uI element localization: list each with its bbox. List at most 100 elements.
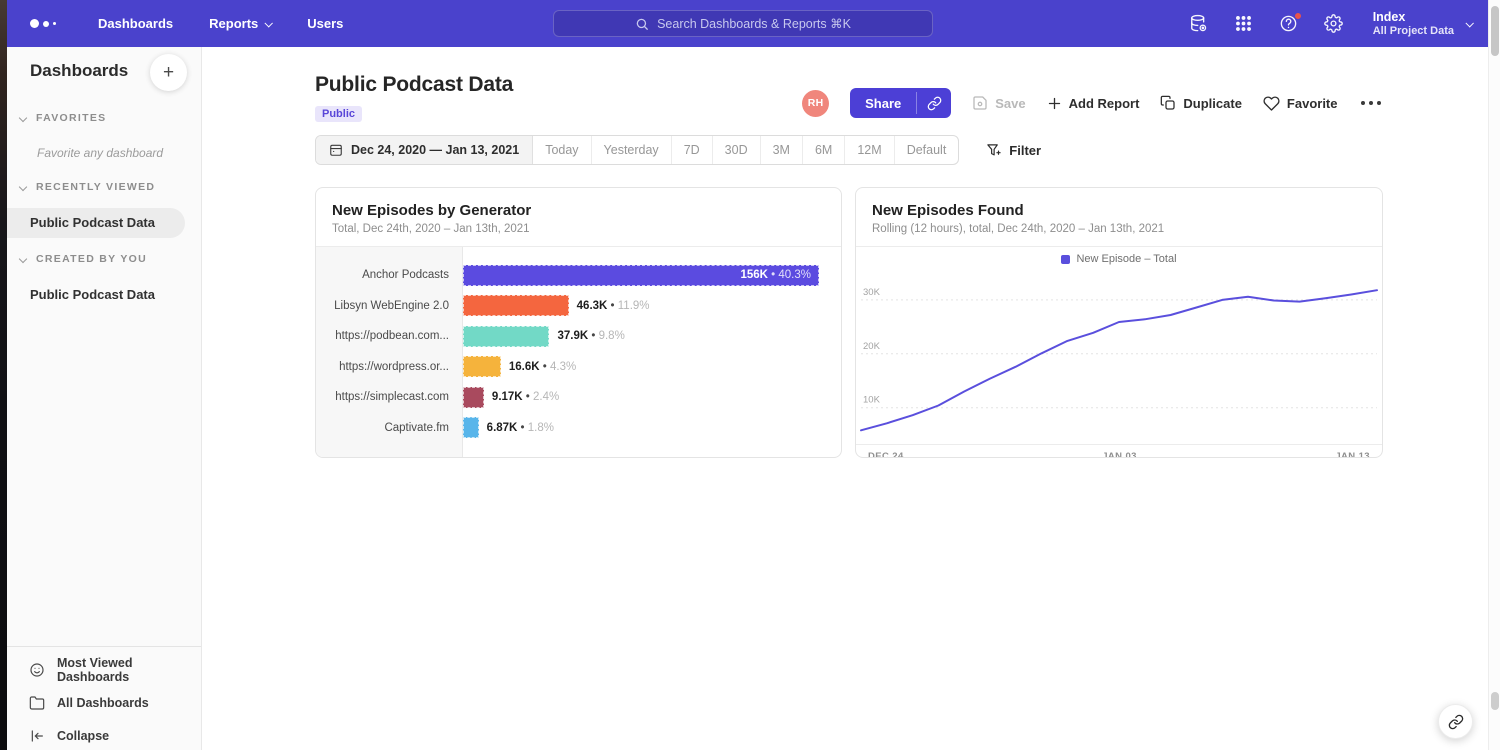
section-created-by-you[interactable]: CREATED BY YOU (20, 253, 147, 265)
more-options-button[interactable] (1359, 97, 1384, 110)
heart-icon (1263, 95, 1280, 112)
card-header: New Episodes by Generator Total, Dec 24t… (316, 188, 841, 247)
help-icon[interactable] (1279, 14, 1299, 34)
calendar-icon (329, 143, 343, 157)
nav-item-dashboards[interactable]: Dashboards (98, 16, 173, 31)
legend-swatch (1061, 255, 1070, 264)
scrollbar-thumb[interactable] (1491, 6, 1499, 56)
settings-gear-icon[interactable] (1324, 14, 1344, 34)
card-subtitle: Total, Dec 24th, 2020 – Jan 13th, 2021 (332, 223, 825, 235)
global-search-input[interactable]: Search Dashboards & Reports ⌘K (553, 10, 933, 37)
bar-value-label: 6.87K • 1.8% (487, 422, 554, 434)
filter-button[interactable]: Filter (986, 143, 1041, 158)
bar-category-label: Anchor Podcasts (316, 269, 463, 281)
chevron-down-icon (265, 19, 273, 27)
range-segment-today[interactable]: Today (533, 136, 591, 164)
collapse-sidebar-button[interactable]: Collapse (7, 719, 201, 752)
filter-funnel-icon (986, 143, 1001, 158)
bar-value-label: 37.9K • 9.8% (557, 330, 624, 342)
most-viewed-dashboards-button[interactable]: Most Viewed Dashboards (7, 653, 201, 686)
desktop-edge-strip (0, 0, 7, 750)
dashboards-sidebar: Dashboards + FAVORITES Favorite any dash… (7, 47, 202, 750)
plus-icon (1047, 96, 1062, 111)
bar-value-label: 16.6K • 4.3% (509, 361, 576, 373)
x-tick-label: JAN 13 (1335, 451, 1370, 458)
mixpanel-logo-icon[interactable] (30, 19, 56, 28)
nav-item-reports[interactable]: Reports (209, 16, 271, 31)
bar-value-label: 46.3K • 11.9% (577, 300, 650, 312)
bar-row: https://wordpress.or... 16.6K • 4.3% (316, 352, 841, 383)
sidebar-item-public-podcast-data[interactable]: Public Podcast Data (7, 208, 185, 238)
section-recently-viewed[interactable]: RECENTLY VIEWED (20, 181, 155, 193)
card-title[interactable]: New Episodes Found (872, 202, 1366, 219)
card-new-episodes-found: New Episodes Found Rolling (12 hours), t… (855, 187, 1383, 458)
data-management-icon[interactable] (1189, 14, 1209, 34)
bar-segment[interactable] (463, 295, 569, 316)
section-favorites[interactable]: FAVORITES (20, 112, 106, 124)
share-split-button: Share (850, 88, 951, 118)
nav-utility-cluster: Index All Project Data (1189, 0, 1472, 47)
project-switcher[interactable]: Index All Project Data (1373, 10, 1472, 38)
card-subtitle: Rolling (12 hours), total, Dec 24th, 202… (872, 223, 1366, 235)
line-chart[interactable]: 10K20K30K (861, 273, 1377, 440)
chart-legend: New Episode – Total (856, 247, 1382, 271)
notification-dot (1294, 12, 1302, 20)
save-button[interactable]: Save (972, 95, 1025, 111)
primary-nav: Dashboards Reports Users (98, 16, 343, 31)
vertical-scrollbar[interactable] (1488, 0, 1500, 750)
bar-category-label: Captivate.fm (316, 422, 463, 434)
sidebar-title: Dashboards (30, 61, 128, 81)
public-badge: Public (315, 106, 362, 122)
smiley-icon (29, 662, 45, 678)
sidebar-item-public-podcast-data-created[interactable]: Public Podcast Data (7, 280, 185, 310)
bar-segment[interactable] (463, 326, 549, 347)
date-range-button[interactable]: Dec 24, 2020 — Jan 13, 2021 (316, 136, 533, 164)
range-segment-7d[interactable]: 7D (672, 136, 713, 164)
bar-row: Libsyn WebEngine 2.0 46.3K • 11.9% (316, 291, 841, 322)
dashboard-actions: RH Share Save Add Report Duplicate Favor… (802, 88, 1383, 118)
x-tick-label: JAN 03 (1102, 451, 1137, 458)
card-title[interactable]: New Episodes by Generator (332, 202, 825, 219)
card-new-episodes-by-generator: New Episodes by Generator Total, Dec 24t… (315, 187, 842, 458)
share-link-fab[interactable] (1438, 704, 1473, 739)
folder-icon (29, 695, 45, 711)
collapse-icon (29, 728, 45, 744)
bar-category-label: https://simplecast.com (316, 391, 463, 403)
range-segment-12m[interactable]: 12M (845, 136, 894, 164)
bar-segment[interactable] (463, 387, 484, 408)
project-subtitle: All Project Data (1373, 25, 1454, 38)
range-segment-yesterday[interactable]: Yesterday (592, 136, 672, 164)
chevron-down-icon (19, 114, 27, 122)
legend-label[interactable]: New Episode – Total (1076, 253, 1176, 265)
share-button[interactable]: Share (850, 88, 916, 118)
apps-grid-icon[interactable] (1234, 14, 1254, 34)
top-navigation-bar: Dashboards Reports Users Search Dashboards… (0, 0, 1500, 47)
bar-value-label: 9.17K • 2.4% (492, 391, 559, 403)
scrollbar-thumb-secondary[interactable] (1491, 692, 1499, 710)
bar-segment[interactable] (463, 417, 479, 438)
bar-category-label: https://wordpress.or... (316, 361, 463, 373)
link-icon (927, 96, 942, 111)
bar-segment[interactable]: 156K • 40.3% (463, 265, 819, 286)
duplicate-icon (1160, 95, 1176, 111)
project-name: Index (1373, 10, 1454, 25)
range-segment-default[interactable]: Default (895, 136, 959, 164)
duplicate-button[interactable]: Duplicate (1160, 95, 1242, 111)
copy-link-button[interactable] (917, 88, 951, 118)
add-report-button[interactable]: Add Report (1047, 96, 1140, 111)
bar-category-label: Libsyn WebEngine 2.0 (316, 300, 463, 312)
avatar[interactable]: RH (802, 90, 829, 117)
favorite-button[interactable]: Favorite (1263, 95, 1338, 112)
range-segment-30d[interactable]: 30D (713, 136, 761, 164)
range-segment-6m[interactable]: 6M (803, 136, 845, 164)
all-dashboards-button[interactable]: All Dashboards (7, 686, 201, 719)
report-cards-row: New Episodes by Generator Total, Dec 24t… (315, 187, 1383, 458)
range-segment-3m[interactable]: 3M (761, 136, 803, 164)
bar-segment[interactable] (463, 356, 501, 377)
svg-text:10K: 10K (863, 395, 881, 406)
bar-category-label: https://podbean.com... (316, 330, 463, 342)
search-icon (635, 17, 649, 31)
nav-item-users[interactable]: Users (307, 16, 343, 31)
create-dashboard-button[interactable]: + (150, 54, 187, 91)
date-controls-row: Dec 24, 2020 — Jan 13, 2021 TodayYesterd… (315, 135, 1041, 165)
